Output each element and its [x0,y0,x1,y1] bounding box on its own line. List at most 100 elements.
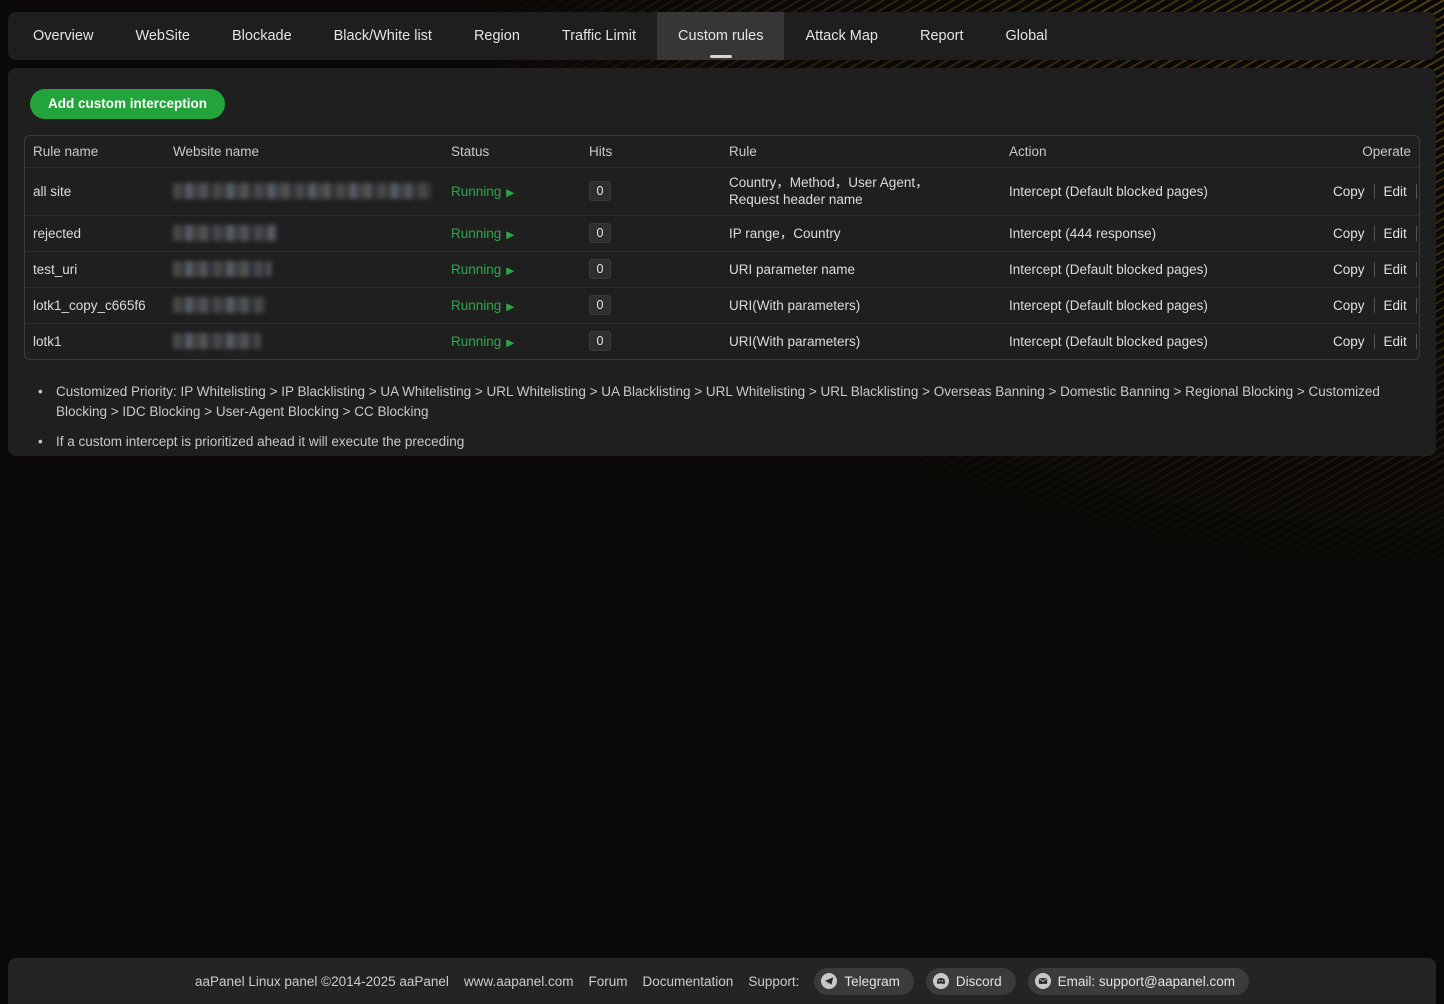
tab-report[interactable]: Report [899,12,985,60]
tab-custom-rules[interactable]: Custom rules [657,12,784,60]
table-row: all site Running ▶ 0 Country，Method，User … [25,167,1419,215]
column-header-operate: Operate [1325,136,1419,167]
telegram-icon [821,973,837,989]
status-label: Running [451,298,501,313]
telegram-label: Telegram [844,974,900,989]
footer: aaPanel Linux panel ©2014-2025 aaPanel w… [8,958,1436,1004]
delete-button[interactable]: Delete [1416,334,1420,349]
table-row: lotk1_copy_c665f6 Running▶ 0 URI(With pa… [25,287,1419,323]
rule-name-cell: lotk1_copy_c665f6 [25,287,165,323]
tab-label: Overview [33,28,93,44]
tab-blockade[interactable]: Blockade [211,12,313,60]
delete-button[interactable]: Delete [1416,226,1420,241]
copy-button[interactable]: Copy [1333,298,1374,313]
rule-cell: URI(With parameters) [721,323,1001,359]
table-header-row: Rule name Website name Status Hits Rule … [25,136,1419,167]
tab-black-white-list[interactable]: Black/White list [313,12,453,60]
discord-icon [933,973,949,989]
tab-label: Global [1006,28,1048,44]
column-header-status: Status [443,136,581,167]
notes-list: Customized Priority: IP Whitelisting > I… [34,382,1420,452]
column-header-hits: Hits [581,136,721,167]
rule-name-cell: test_uri [25,251,165,287]
tab-label: Black/White list [334,28,432,44]
status-toggle[interactable]: Running ▶ [451,262,514,277]
tab-overview[interactable]: Overview [12,12,114,60]
custom-rules-panel: Add custom interception Rule name Websit… [8,68,1436,456]
hits-badge: 0 [589,259,611,279]
tab-label: Region [474,28,520,44]
hits-badge: 0 [589,331,611,351]
email-button[interactable]: Email: support@aapanel.com [1028,968,1249,995]
redacted-website-name [173,225,277,241]
rules-table: Rule name Website name Status Hits Rule … [24,135,1420,360]
table-row: lotk1 Running ▶ 0 URI(With parameters) In… [25,323,1419,359]
action-cell: Intercept (Default blocked pages) [1001,323,1325,359]
rule-name-cell: all site [25,167,165,215]
copy-button[interactable]: Copy [1333,334,1374,349]
status-toggle[interactable]: Running▶ [451,298,514,313]
delete-button[interactable]: Delete [1416,262,1420,277]
hits-badge: 0 [589,295,611,315]
email-label: Email: support@aapanel.com [1058,974,1235,989]
redacted-website-name [173,261,271,277]
rule-name-cell: lotk1 [25,323,165,359]
rule-cell: IP range，Country [721,215,1001,251]
edit-button[interactable]: Edit [1374,226,1416,241]
edit-button[interactable]: Edit [1374,334,1416,349]
status-toggle[interactable]: Running ▶ [451,334,514,349]
tab-label: Report [920,28,964,44]
note-priority: Customized Priority: IP Whitelisting > I… [34,382,1394,422]
status-label: Running [451,262,501,277]
redacted-website-name [173,183,431,199]
status-toggle[interactable]: Running ▶ [451,184,514,199]
column-header-website-name: Website name [165,136,443,167]
action-cell: Intercept (Default blocked pages) [1001,287,1325,323]
hits-badge: 0 [589,223,611,243]
edit-button[interactable]: Edit [1374,184,1416,199]
tab-label: WebSite [135,28,190,44]
discord-button[interactable]: Discord [926,968,1016,995]
tab-label: Attack Map [805,28,878,44]
copy-button[interactable]: Copy [1333,262,1374,277]
edit-button[interactable]: Edit [1374,298,1416,313]
tab-label: Blockade [232,28,292,44]
tab-region[interactable]: Region [453,12,541,60]
forum-link[interactable]: Forum [589,974,628,989]
documentation-link[interactable]: Documentation [643,974,734,989]
copy-button[interactable]: Copy [1333,184,1374,199]
telegram-button[interactable]: Telegram [814,968,914,995]
tab-global[interactable]: Global [985,12,1069,60]
rule-name-cell: rejected [25,215,165,251]
copyright-text: aaPanel Linux panel ©2014-2025 aaPanel [195,974,449,989]
support-label: Support: [748,974,799,989]
status-toggle[interactable]: Running▶ [451,226,514,241]
action-cell: Intercept (444 response) [1001,215,1325,251]
tab-website[interactable]: WebSite [114,12,211,60]
hits-badge: 0 [589,181,611,201]
play-icon: ▶ [506,187,514,199]
table-row: test_uri Running ▶ 0 URI parameter name I… [25,251,1419,287]
tab-label: Custom rules [678,28,763,44]
tab-traffic-limit[interactable]: Traffic Limit [541,12,657,60]
tab-label: Traffic Limit [562,28,636,44]
status-label: Running [451,334,501,349]
edit-button[interactable]: Edit [1374,262,1416,277]
tab-attack-map[interactable]: Attack Map [784,12,899,60]
action-cell: Intercept (Default blocked pages) [1001,251,1325,287]
rule-cell: URI parameter name [721,251,1001,287]
add-custom-interception-button[interactable]: Add custom interception [30,89,225,119]
copy-button[interactable]: Copy [1333,226,1374,241]
rule-cell: URI(With parameters) [721,287,1001,323]
status-label: Running [451,226,501,241]
rule-cell: Country，Method，User Agent，Request header… [721,167,1001,215]
website-link[interactable]: www.aapanel.com [464,974,574,989]
status-label: Running [451,184,501,199]
play-icon: ▶ [506,337,514,349]
redacted-website-name [173,297,265,313]
email-icon [1035,973,1051,989]
delete-button[interactable]: Delete [1416,184,1420,199]
play-icon: ▶ [506,265,514,277]
active-tab-indicator [710,55,732,58]
delete-button[interactable]: Delete [1416,298,1420,313]
